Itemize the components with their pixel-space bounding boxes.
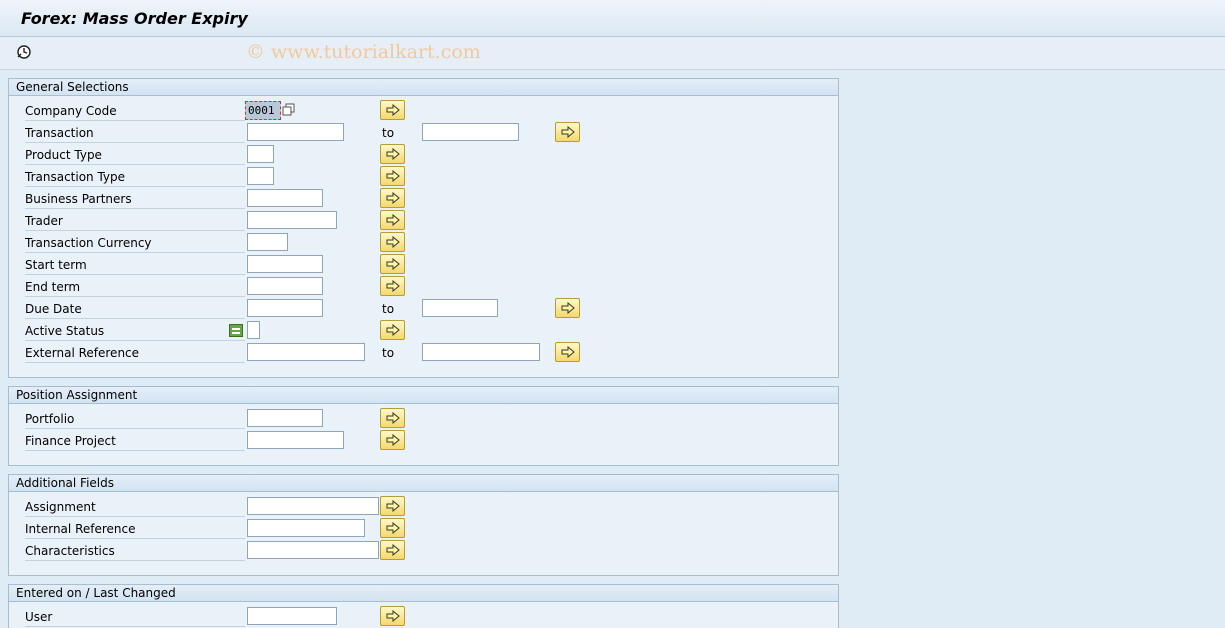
- business-partners-input[interactable]: [247, 189, 323, 207]
- execute-clock-icon[interactable]: [15, 43, 35, 61]
- watermark: © www.tutorialkart.com: [246, 41, 481, 63]
- start-term-row: Start term: [9, 254, 840, 276]
- end-term-input[interactable]: [247, 277, 323, 295]
- multiple-selection-arrow-icon[interactable]: [380, 518, 405, 538]
- start-term-label: Start term: [25, 256, 245, 275]
- transaction-currency-label: Transaction Currency: [25, 234, 245, 253]
- entered-last-changed-group: Entered on / Last Changed User: [8, 584, 839, 628]
- multiple-selection-arrow-icon[interactable]: [380, 276, 405, 296]
- multiple-selection-arrow-icon[interactable]: [380, 188, 405, 208]
- multiple-selection-arrow-icon[interactable]: [380, 320, 405, 340]
- trader-label: Trader: [25, 212, 245, 231]
- finance-project-label: Finance Project: [25, 432, 245, 451]
- transaction-currency-row: Transaction Currency: [9, 232, 840, 254]
- finance-project-row: Finance Project: [9, 430, 840, 452]
- due-date-row: Due Date to: [9, 298, 840, 320]
- group-title: Entered on / Last Changed: [9, 585, 838, 602]
- active-status-input[interactable]: [247, 321, 260, 339]
- due-date-label: Due Date: [25, 300, 245, 319]
- internal-reference-label: Internal Reference: [25, 520, 245, 539]
- company-code-label: Company Code: [25, 102, 245, 121]
- transaction-label: Transaction: [25, 124, 245, 143]
- value-help-icon[interactable]: [282, 103, 296, 117]
- product-type-input[interactable]: [247, 145, 274, 163]
- multiple-selection-arrow-icon[interactable]: [380, 408, 405, 428]
- portfolio-label: Portfolio: [25, 410, 245, 429]
- multiple-selection-arrow-icon[interactable]: [380, 100, 405, 120]
- portfolio-row: Portfolio: [9, 408, 840, 430]
- active-status-label: Active Status: [25, 322, 245, 341]
- external-reference-label: External Reference: [25, 344, 245, 363]
- start-term-input[interactable]: [247, 255, 323, 273]
- end-term-label: End term: [25, 278, 245, 297]
- multiple-selection-arrow-icon[interactable]: [380, 606, 405, 626]
- to-label: to: [382, 302, 395, 316]
- finance-project-input[interactable]: [247, 431, 344, 449]
- title-bar: Forex: Mass Order Expiry: [0, 0, 1225, 37]
- page-title: Forex: Mass Order Expiry: [21, 9, 248, 28]
- external-reference-row: External Reference to: [9, 342, 840, 364]
- multiple-selection-arrow-icon[interactable]: [380, 540, 405, 560]
- company-code-input[interactable]: 0001: [245, 101, 281, 120]
- multiple-selection-arrow-icon[interactable]: [555, 298, 580, 318]
- external-reference-from-input[interactable]: [247, 343, 365, 361]
- multiple-selection-arrow-icon[interactable]: [555, 122, 580, 142]
- characteristics-label: Characteristics: [25, 542, 245, 561]
- multiple-selection-arrow-icon[interactable]: [380, 210, 405, 230]
- assignment-label: Assignment: [25, 498, 245, 517]
- trader-row: Trader: [9, 210, 840, 232]
- application-toolbar: © www.tutorialkart.com: [0, 37, 1225, 70]
- transaction-currency-input[interactable]: [247, 233, 288, 251]
- characteristics-input[interactable]: [247, 541, 379, 559]
- portfolio-input[interactable]: [247, 409, 323, 427]
- due-date-to-input[interactable]: [422, 299, 498, 317]
- trader-input[interactable]: [247, 211, 337, 229]
- group-title: Position Assignment: [9, 387, 838, 404]
- to-label: to: [382, 346, 395, 360]
- user-input[interactable]: [247, 607, 337, 625]
- multiple-selection-arrow-icon[interactable]: [380, 166, 405, 186]
- assignment-row: Assignment: [9, 496, 840, 518]
- transaction-type-label: Transaction Type: [25, 168, 245, 187]
- additional-fields-group: Additional Fields Assignment Internal Re…: [8, 474, 839, 576]
- end-term-row: End term: [9, 276, 840, 298]
- multiple-selection-arrow-icon[interactable]: [380, 254, 405, 274]
- to-label: to: [382, 126, 395, 140]
- multiple-selection-arrow-icon[interactable]: [555, 342, 580, 362]
- transaction-row: Transaction to: [9, 122, 840, 144]
- user-label: User: [25, 608, 245, 627]
- product-type-label: Product Type: [25, 146, 245, 165]
- internal-reference-input[interactable]: [247, 519, 365, 537]
- assignment-input[interactable]: [247, 497, 379, 515]
- multiple-selection-arrow-icon[interactable]: [380, 144, 405, 164]
- product-type-row: Product Type: [9, 144, 840, 166]
- transaction-type-input[interactable]: [247, 167, 274, 185]
- business-partners-row: Business Partners: [9, 188, 840, 210]
- transaction-type-row: Transaction Type: [9, 166, 840, 188]
- characteristics-row: Characteristics: [9, 540, 840, 562]
- internal-reference-row: Internal Reference: [9, 518, 840, 540]
- multiple-selection-arrow-icon[interactable]: [380, 232, 405, 252]
- multiple-selection-arrow-icon[interactable]: [380, 430, 405, 450]
- transaction-from-input[interactable]: [247, 123, 344, 141]
- general-selections-group: General Selections Company Code 0001 Tra…: [8, 78, 839, 378]
- group-title: Additional Fields: [9, 475, 838, 492]
- position-assignment-group: Position Assignment Portfolio Finance Pr…: [8, 386, 839, 466]
- due-date-from-input[interactable]: [247, 299, 323, 317]
- company-code-row: Company Code 0001: [9, 100, 840, 122]
- business-partners-label: Business Partners: [25, 190, 245, 209]
- transaction-to-input[interactable]: [422, 123, 519, 141]
- selection-option-equal-icon[interactable]: [229, 324, 243, 337]
- multiple-selection-arrow-icon[interactable]: [380, 496, 405, 516]
- external-reference-to-input[interactable]: [422, 343, 540, 361]
- active-status-row: Active Status: [9, 320, 840, 342]
- group-title: General Selections: [9, 79, 838, 96]
- user-row: User: [9, 606, 840, 628]
